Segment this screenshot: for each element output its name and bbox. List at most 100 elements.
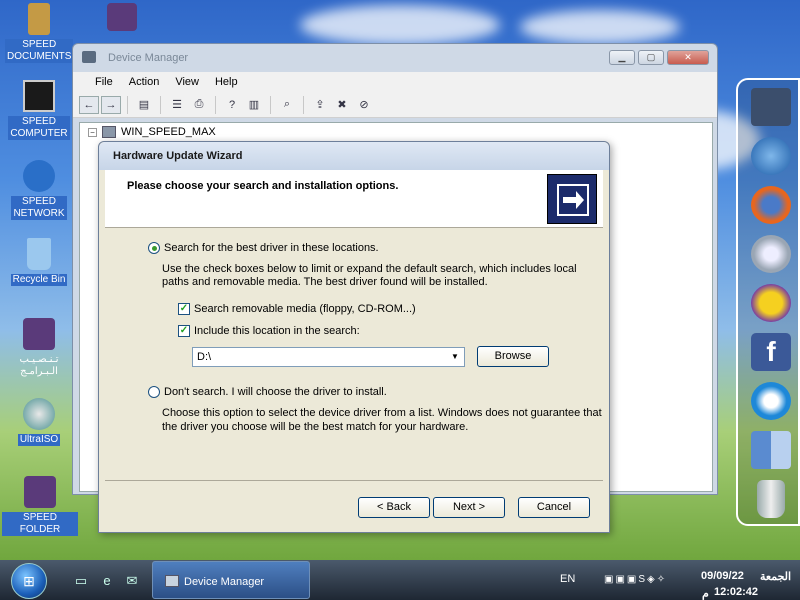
tree-expander[interactable]: − <box>88 127 97 137</box>
dont-search-radio[interactable] <box>148 386 160 398</box>
option2-description-line2: the driver you choose will be the best m… <box>162 421 469 433</box>
firefox-icon <box>751 186 791 224</box>
include-location-label[interactable]: Include this location in the search: <box>194 325 360 338</box>
speed-folder-icon <box>24 476 56 508</box>
desktop-icon-label: SPEED DOCUMENTS <box>5 39 74 63</box>
device-manager-titlebar[interactable]: Device Manager ▁ ▢ ✕ <box>73 44 717 72</box>
scan-hardware-icon[interactable]: ⌕ <box>277 96 297 114</box>
desktop-icon-speed-computer[interactable]: SPEED COMPUTER <box>5 80 73 140</box>
desktop-icon-speed-folder[interactable]: SPEED FOLDER <box>2 476 78 536</box>
toolbar: ← → ▤ ☰ ⎙ ? ▥ ⌕ ⇪ ✖ ⊘ <box>73 92 717 118</box>
outlook-icon[interactable]: ✉ <box>124 573 140 589</box>
device-manager-icon <box>82 51 96 63</box>
speed-computer-icon <box>23 80 55 112</box>
dock-globe[interactable] <box>748 135 794 177</box>
minimize-button[interactable]: ▁ <box>609 50 635 65</box>
globe-icon <box>751 137 791 175</box>
computer-icon <box>102 126 116 138</box>
show-hide-console-tree-icon[interactable]: ▤ <box>134 96 154 114</box>
desktop-icon-speed-documents[interactable]: SPEED DOCUMENTS <box>5 3 74 63</box>
menu-file[interactable]: File <box>87 72 121 92</box>
internet-explorer-icon <box>751 382 791 420</box>
dock-trash[interactable] <box>748 478 794 520</box>
recycle-bin-icon <box>27 238 51 270</box>
tree-root-label: WIN_SPEED_MAX <box>121 126 216 138</box>
dock-computer[interactable] <box>748 86 794 128</box>
desktop-icon-recycle-bin[interactable]: Recycle Bin <box>5 238 73 286</box>
settings-gear-icon <box>751 235 791 273</box>
location-combobox[interactable]: D:\ ▼ <box>192 347 465 367</box>
option2-description-line1: Choose this option to select the device … <box>162 407 602 419</box>
desktop-icon-label: تـنـصـيـب الـبـرامـج <box>19 354 59 377</box>
dock-internet-explorer[interactable] <box>748 380 794 422</box>
desktop-icon-label: SPEED COMPUTER <box>8 116 70 140</box>
tree-root-row[interactable]: − WIN_SPEED_MAX <box>88 126 216 138</box>
clock-day: الجمعة <box>760 571 792 583</box>
search-best-driver-radio[interactable] <box>148 242 160 254</box>
clock-time[interactable]: 12:02:42 <box>714 586 758 598</box>
option2-label[interactable]: Don't search. I will choose the driver t… <box>164 386 387 399</box>
print-icon[interactable]: ⎙ <box>189 96 209 114</box>
option1-label[interactable]: Search for the best driver in these loca… <box>164 242 379 255</box>
update-driver-icon[interactable]: ⇪ <box>310 96 330 114</box>
desktop-icon-ultraiso[interactable]: UltraISO <box>5 398 73 446</box>
taskbar-device-manager[interactable]: Device Manager <box>152 561 310 599</box>
maximize-button[interactable]: ▢ <box>638 50 664 65</box>
desktop-icon-winrar-folder[interactable] <box>88 3 156 35</box>
dock-finder[interactable] <box>748 429 794 471</box>
clock-date[interactable]: 09/09/22 <box>701 570 744 582</box>
location-value: D:\ <box>197 351 212 363</box>
action-pane-icon[interactable]: ▥ <box>244 96 264 114</box>
dock-facebook[interactable]: f <box>748 331 794 373</box>
desktop-icon-label: SPEED NETWORK <box>11 196 67 220</box>
facebook-icon: f <box>751 333 791 371</box>
taskbar: ⊞ ▭ e ✉ Device Manager EN ▣▣▣S◈✧ 09/09/2… <box>0 560 800 600</box>
dock-firefox[interactable] <box>748 184 794 226</box>
include-location-checkbox[interactable]: ✓ <box>178 325 190 337</box>
search-removable-media-checkbox[interactable]: ✓ <box>178 303 190 315</box>
search-removable-media-label[interactable]: Search removable media (floppy, CD-ROM..… <box>194 303 416 316</box>
hardware-update-wizard-dialog[interactable]: Hardware Update Wizard Please choose you… <box>98 141 610 533</box>
clock-ampm: م <box>702 588 709 600</box>
desktop-icon-label: Recycle Bin <box>10 274 68 286</box>
disable-icon[interactable]: ⊘ <box>354 96 374 114</box>
tray-icons[interactable]: ▣▣▣S◈✧ <box>604 574 667 585</box>
menu-action[interactable]: Action <box>121 72 168 92</box>
language-indicator[interactable]: EN <box>560 573 575 585</box>
wizard-header-text: Please choose your search and installati… <box>127 180 399 192</box>
dock-yahoo[interactable] <box>748 282 794 324</box>
wizard-header: Please choose your search and installati… <box>105 170 603 228</box>
close-button[interactable]: ✕ <box>667 50 709 65</box>
hardware-wizard-icon <box>547 174 597 224</box>
speed-network-icon <box>23 160 55 192</box>
trash-icon <box>757 480 785 518</box>
browse-button[interactable]: Browse <box>477 346 549 367</box>
desktop-icon-speed-network[interactable]: SPEED NETWORK <box>5 160 73 220</box>
help-icon[interactable]: ? <box>222 96 242 114</box>
forward-arrow-icon[interactable]: → <box>101 95 121 114</box>
desktop-icon-install-programs[interactable]: تـنـصـيـب الـبـرامـج <box>5 318 73 378</box>
back-button[interactable]: < Back <box>358 497 430 518</box>
yahoo-messenger-icon <box>751 284 791 322</box>
install-programs-icon <box>23 318 55 350</box>
folder-icon <box>107 3 137 31</box>
show-desktop-icon[interactable]: ▭ <box>73 573 89 589</box>
option1-description-line2: paths and removable media. The best driv… <box>162 276 488 288</box>
menu-view[interactable]: View <box>167 72 207 92</box>
option1-description-line1: Use the check boxes below to limit or ex… <box>162 263 577 275</box>
window-title: Device Manager <box>108 52 189 64</box>
wizard-separator <box>105 480 603 481</box>
cancel-button[interactable]: Cancel <box>518 497 590 518</box>
chevron-down-icon[interactable]: ▼ <box>448 350 462 364</box>
next-button[interactable]: Next > <box>433 497 505 518</box>
device-manager-icon <box>165 575 179 587</box>
start-button[interactable]: ⊞ <box>11 563 47 599</box>
menu-help[interactable]: Help <box>207 72 246 92</box>
internet-explorer-icon[interactable]: e <box>99 573 115 589</box>
dock-settings[interactable] <box>748 233 794 275</box>
properties-icon[interactable]: ☰ <box>167 96 187 114</box>
back-arrow-icon[interactable]: ← <box>79 95 99 114</box>
uninstall-icon[interactable]: ✖ <box>332 96 352 114</box>
computer-icon <box>751 88 791 126</box>
windows-logo-icon: ⊞ <box>23 572 35 589</box>
